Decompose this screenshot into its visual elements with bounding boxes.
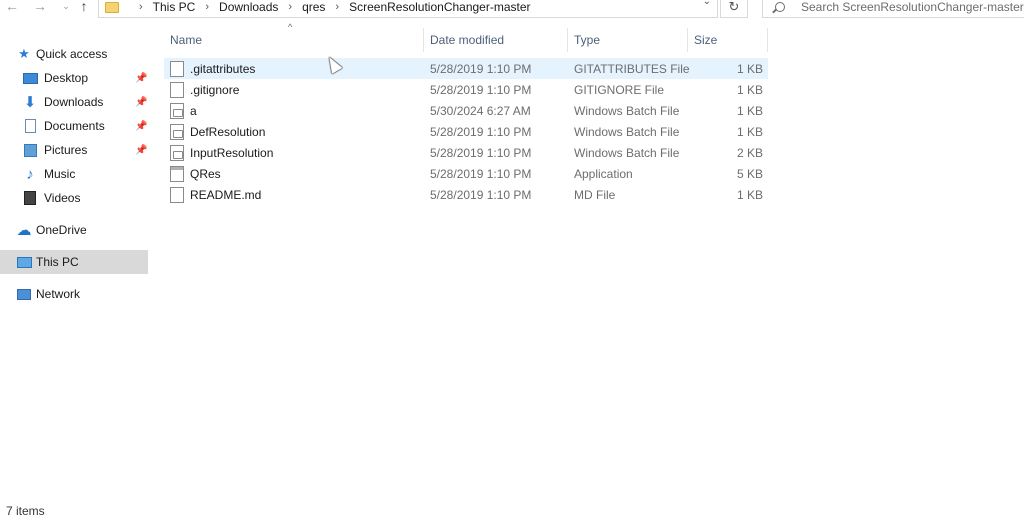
size-cell: 2 KB [737, 145, 764, 160]
size-cell: 1 KB [737, 82, 764, 97]
pin-icon: 📌 [135, 96, 148, 108]
refresh-button[interactable]: ↻ [720, 0, 748, 18]
sidebar-item-desktop[interactable]: Desktop 📌 [22, 66, 148, 90]
arrow-up-icon: ↑ [80, 0, 88, 14]
search-box[interactable]: Search ScreenResolutionChanger-master [762, 0, 1024, 18]
address-bar[interactable]: › This PC › Downloads › qres › ScreenRes… [98, 0, 718, 18]
file-name-cell: .gitignore [170, 79, 239, 100]
sidebar-item-downloads[interactable]: ⬇ Downloads 📌 [22, 90, 148, 114]
sidebar-item-network[interactable]: Network [16, 282, 148, 306]
size-cell: 5 KB [737, 166, 764, 181]
date-cell: 5/28/2019 1:10 PM [430, 61, 532, 76]
chevron-right-icon: › [205, 1, 210, 13]
download-icon: ⬇ [23, 94, 37, 111]
table-row[interactable]: QRes 5/28/2019 1:10 PM Application 5 KB [164, 163, 768, 184]
type-cell: GITIGNORE File [574, 82, 665, 97]
type-cell: Windows Batch File [574, 124, 680, 139]
date-cell: 5/28/2019 1:10 PM [430, 145, 532, 160]
arrow-right-icon: → [33, 0, 47, 14]
file-name-cell: DefResolution [170, 121, 265, 142]
file-name-cell: InputResolution [170, 142, 273, 163]
up-button[interactable]: ↑ [74, 0, 94, 16]
search-placeholder: Search ScreenResolutionChanger-master [801, 0, 1024, 14]
refresh-icon: ↻ [728, 0, 740, 14]
pin-icon: 📌 [135, 72, 148, 84]
type-cell: Windows Batch File [574, 145, 680, 160]
chevron-right-icon: › [335, 1, 340, 13]
chevron-right-icon: › [288, 1, 293, 13]
file-icon [170, 60, 184, 77]
file-name-cell: a [170, 100, 197, 121]
date-cell: 5/30/2024 6:27 AM [430, 103, 531, 118]
pictures-icon [22, 142, 38, 158]
recent-locations-button[interactable]: ⌄ [56, 0, 76, 16]
sidebar-item-quick-access[interactable]: ★ Quick access [16, 42, 148, 66]
column-header-size[interactable]: Size [688, 28, 768, 52]
table-row[interactable]: InputResolution 5/28/2019 1:10 PM Window… [164, 142, 768, 163]
star-icon: ★ [18, 46, 30, 61]
file-icon [170, 81, 184, 98]
back-button[interactable]: ← [2, 0, 22, 16]
music-icon: ♪ [26, 165, 34, 183]
date-cell: 5/28/2019 1:10 PM [430, 187, 532, 202]
status-item-count: 7 items [6, 504, 45, 516]
table-row[interactable]: README.md 5/28/2019 1:10 PM MD File 1 KB [164, 184, 768, 205]
search-icon [775, 2, 785, 12]
arrow-left-icon: ← [5, 0, 19, 14]
date-cell: 5/28/2019 1:10 PM [430, 124, 532, 139]
computer-icon [16, 254, 32, 270]
breadcrumb-this-pc[interactable]: This PC [153, 0, 196, 14]
date-cell: 5/28/2019 1:10 PM [430, 166, 532, 181]
sidebar-item-videos[interactable]: Videos [22, 186, 148, 210]
videos-icon [22, 190, 38, 206]
address-toolbar: ← → ⌄ ↑ › This PC › Downloads › qres › S… [0, 0, 1024, 20]
sidebar-item-documents[interactable]: Documents 📌 [22, 114, 148, 138]
pin-icon: 📌 [135, 120, 148, 132]
chevron-right-icon: › [139, 1, 143, 13]
pin-icon: 📌 [135, 144, 148, 156]
table-row[interactable]: a 5/30/2024 6:27 AM Windows Batch File 1… [164, 100, 768, 121]
table-row[interactable]: .gitignore 5/28/2019 1:10 PM GITIGNORE F… [164, 79, 768, 100]
date-cell: 5/28/2019 1:10 PM [430, 82, 532, 97]
type-cell: GITATTRIBUTES File [574, 61, 690, 76]
type-cell: Application [574, 166, 633, 181]
column-header-type[interactable]: Type [568, 28, 688, 52]
size-cell: 1 KB [737, 61, 764, 76]
size-cell: 1 KB [737, 187, 764, 202]
column-header-date[interactable]: Date modified [424, 28, 568, 52]
sidebar-item-pictures[interactable]: Pictures 📌 [22, 138, 148, 162]
network-icon [16, 286, 32, 302]
type-cell: Windows Batch File [574, 103, 680, 118]
file-name-cell: QRes [170, 163, 221, 184]
chevron-down-icon: ⌄ [62, 0, 70, 11]
size-cell: 1 KB [737, 124, 764, 139]
folder-icon [105, 1, 119, 13]
table-row[interactable]: .gitattributes 5/28/2019 1:10 PM GITATTR… [164, 58, 768, 79]
application-icon [170, 165, 184, 182]
type-cell: MD File [574, 187, 616, 202]
cloud-icon: ☁ [16, 222, 32, 239]
desktop-icon [22, 70, 38, 86]
column-header-name[interactable]: Name [164, 28, 424, 52]
sidebar-item-this-pc[interactable]: This PC [0, 250, 148, 274]
batch-file-icon [170, 123, 184, 140]
breadcrumb-current-folder[interactable]: ScreenResolutionChanger-master [349, 0, 530, 14]
file-name-cell: .gitattributes [170, 58, 255, 79]
address-history-dropdown[interactable]: ⌄ [703, 0, 711, 7]
batch-file-icon [170, 144, 184, 161]
size-cell: 1 KB [737, 103, 764, 118]
table-row[interactable]: DefResolution 5/28/2019 1:10 PM Windows … [164, 121, 768, 142]
breadcrumb-qres[interactable]: qres [302, 0, 325, 14]
file-name-cell: README.md [170, 184, 261, 205]
column-header-row: ^ Name Date modified Type Size [164, 22, 768, 52]
sidebar-item-onedrive[interactable]: ☁ OneDrive [16, 218, 148, 242]
sidebar-item-music[interactable]: ♪ Music [22, 162, 148, 186]
documents-icon [22, 118, 38, 134]
breadcrumb: › This PC › Downloads › qres › ScreenRes… [129, 0, 531, 14]
forward-button[interactable]: → [30, 0, 50, 16]
batch-file-icon [170, 102, 184, 119]
file-icon [170, 186, 184, 203]
breadcrumb-downloads[interactable]: Downloads [219, 0, 278, 14]
